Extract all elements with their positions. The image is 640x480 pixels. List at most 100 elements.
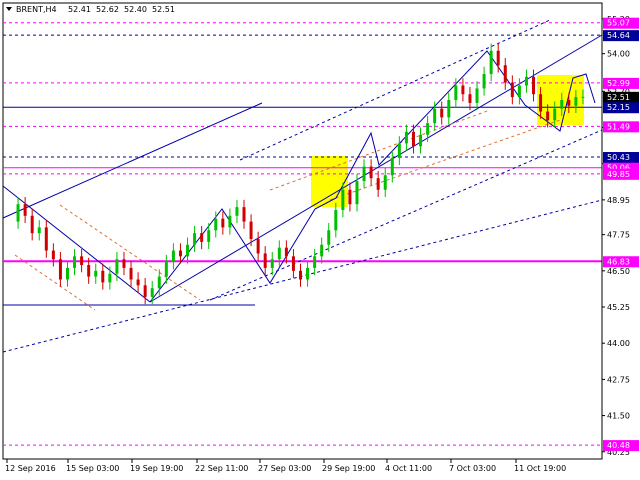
price-tick-label: 42.75 <box>607 375 630 384</box>
candle-body <box>115 259 119 274</box>
candle-body <box>136 279 140 286</box>
candle-body <box>122 259 126 268</box>
candle-body <box>299 270 302 280</box>
candle-body <box>51 250 55 260</box>
level-label: 54.64 <box>607 31 630 40</box>
candle-body <box>397 143 401 158</box>
level-label: 52.51 <box>607 93 630 102</box>
candle-body <box>30 215 34 234</box>
time-tick-label: 12 Sep 2016 <box>5 464 56 473</box>
price-tick-label: 47.75 <box>607 231 630 240</box>
candle-body <box>383 175 387 190</box>
level-label: 52.15 <box>607 103 630 112</box>
candle-body <box>404 131 408 144</box>
candle-body <box>560 99 564 109</box>
price-tick-label: 54.00 <box>607 50 630 59</box>
price-tick-label: 48.95 <box>607 196 630 205</box>
candle-body <box>510 82 514 98</box>
candle-body <box>433 108 437 124</box>
candle-body <box>249 221 253 239</box>
price-tick-label: 41.50 <box>607 412 630 421</box>
candle-body <box>200 233 204 242</box>
candle-body <box>256 238 260 254</box>
candle-body <box>461 85 465 95</box>
candle-body <box>313 256 317 268</box>
level-label: 49.85 <box>607 170 630 179</box>
candle-body <box>291 256 295 271</box>
candle-body <box>23 204 27 216</box>
plot-area <box>2 2 603 460</box>
candle-body <box>228 215 232 228</box>
candle-body <box>157 276 161 289</box>
candle-body <box>277 247 281 260</box>
candle-body <box>284 247 288 257</box>
candle-body <box>496 50 500 66</box>
candle-body <box>306 267 310 280</box>
candle-body <box>574 97 578 106</box>
candle-body <box>58 259 62 280</box>
candle-body <box>143 285 147 297</box>
symbol-name: BRENT,H4 <box>16 5 57 14</box>
candle-body <box>532 76 536 95</box>
candle-body <box>348 189 352 205</box>
time-tick-label: 19 Sep 19:00 <box>130 464 183 473</box>
candle-body <box>468 94 472 103</box>
candle-body <box>411 131 415 147</box>
level-label: 50.43 <box>607 153 630 162</box>
candle-body <box>171 250 175 263</box>
candle-body <box>524 76 528 86</box>
candle-body <box>341 189 345 211</box>
level-label: 46.83 <box>607 257 630 266</box>
candle-body <box>517 85 521 98</box>
candle-body <box>129 267 133 280</box>
candle-body <box>440 108 444 118</box>
candle-body <box>108 273 112 283</box>
level-label: 52.99 <box>607 79 630 88</box>
candle-body <box>334 210 338 231</box>
price-tick-label: 46.50 <box>607 267 630 276</box>
candle-body <box>327 230 331 245</box>
candle-body <box>37 227 41 234</box>
candle-body <box>242 207 246 222</box>
candle-body <box>447 99 451 118</box>
time-tick-label: 15 Sep 03:00 <box>66 464 119 473</box>
candle-body <box>376 178 380 190</box>
time-tick-label: 29 Sep 19:00 <box>322 464 375 473</box>
candle-body <box>320 244 324 257</box>
time-tick-label: 11 Oct 19:00 <box>514 464 566 473</box>
candle-body <box>16 204 20 222</box>
candle-body <box>482 73 486 89</box>
time-axis: 12 Sep 2016 15 Sep 03:00 19 Sep 19:00 22 Se… <box>5 459 566 473</box>
time-tick-label: 4 Oct 11:00 <box>385 464 432 473</box>
candle-body <box>164 262 168 277</box>
level-label: 40.48 <box>607 441 630 450</box>
candle-body <box>426 123 430 135</box>
candle-body <box>87 265 91 277</box>
candle-body <box>454 85 458 100</box>
time-tick-label: 7 Oct 03:00 <box>449 464 496 473</box>
ohlc-low: 52.40 <box>124 5 147 14</box>
candle-body <box>186 244 190 257</box>
candle-body <box>369 166 373 179</box>
level-label: 51.49 <box>607 122 630 131</box>
price-tick-label: 45.25 <box>607 303 630 312</box>
candle-body <box>553 108 557 121</box>
candle-body <box>178 250 182 257</box>
candle-body <box>355 181 359 205</box>
candle-body <box>546 111 550 121</box>
candle-body <box>475 88 479 103</box>
ohlc-open: 52.41 <box>68 5 91 14</box>
candle-body <box>44 227 48 251</box>
candle-body <box>419 134 423 147</box>
candle-body <box>193 233 197 245</box>
candle-body <box>94 270 98 277</box>
candle-body <box>235 207 239 216</box>
candle-body <box>567 99 571 106</box>
ohlc-high: 52.62 <box>96 5 119 14</box>
candle-body <box>214 218 218 231</box>
candle-body <box>150 288 154 297</box>
candle-body <box>221 218 225 228</box>
level-label: 55.07 <box>607 19 630 28</box>
candle-body <box>503 65 507 83</box>
price-chart[interactable]: 55.2054.0052.7051.4550.2048.9547.7546.50… <box>0 0 640 480</box>
